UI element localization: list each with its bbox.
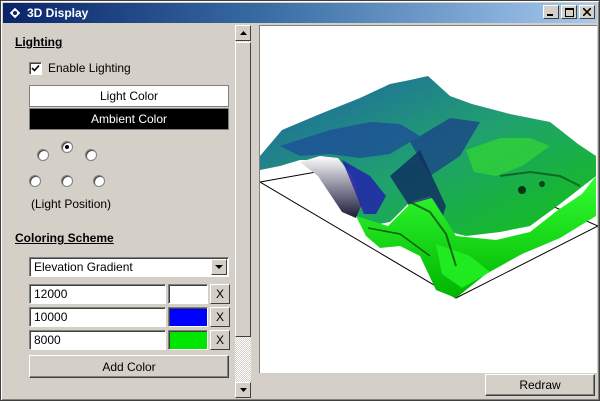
options-panel: Lighting Enable Lighting Light Color Amb… — [3, 25, 235, 398]
app-window: 3D Display Lighting Enable Lighting Ligh… — [0, 0, 600, 401]
add-color-button[interactable]: Add Color — [29, 355, 229, 378]
coloring-scheme-select[interactable]: Elevation Gradient — [29, 257, 229, 277]
color-stop-value-field[interactable]: 12000 — [29, 284, 166, 304]
remove-icon: X — [215, 333, 224, 347]
window-controls — [541, 5, 595, 19]
redraw-label: Redraw — [519, 378, 561, 392]
terrain-3d-view[interactable] — [258, 25, 600, 373]
remove-color-stop-button[interactable]: X — [210, 307, 230, 327]
color-stop-swatch[interactable] — [168, 284, 208, 304]
options-scrollbar[interactable] — [235, 25, 251, 398]
scroll-down-icon[interactable] — [235, 382, 251, 398]
scroll-up-icon[interactable] — [235, 25, 251, 41]
light-position-label: (Light Position) — [31, 197, 112, 211]
color-stop-value-field[interactable]: 10000 — [29, 307, 166, 327]
light-position-top[interactable] — [61, 141, 73, 153]
maximize-icon[interactable] — [561, 5, 577, 19]
title-bar[interactable]: 3D Display — [3, 3, 597, 23]
scrollbar-thumb[interactable] — [235, 42, 251, 337]
light-position-bottom[interactable] — [61, 175, 73, 187]
coloring-section-title: Coloring Scheme — [15, 231, 114, 245]
ambient-color-button[interactable]: Ambient Color — [29, 108, 229, 130]
remove-color-stop-button[interactable]: X — [210, 330, 230, 350]
light-position-upper-left[interactable] — [37, 149, 49, 161]
light-color-button[interactable]: Light Color — [29, 85, 229, 107]
lighting-section-title: Lighting — [15, 35, 63, 49]
color-stop-swatch[interactable] — [168, 330, 208, 350]
remove-color-stop-button[interactable]: X — [210, 284, 230, 304]
window-title: 3D Display — [27, 6, 89, 20]
checkbox-box[interactable] — [29, 61, 42, 75]
color-stop-swatch[interactable] — [168, 307, 208, 327]
close-icon[interactable] — [579, 5, 595, 19]
remove-icon: X — [215, 310, 224, 324]
color-stop-value-field[interactable]: 8000 — [29, 330, 166, 350]
light-position-upper-right[interactable] — [85, 149, 97, 161]
coloring-scheme-value: Elevation Gradient — [34, 260, 133, 274]
enable-lighting-checkbox[interactable]: Enable Lighting — [29, 61, 131, 75]
light-position-lower-left[interactable] — [29, 175, 41, 187]
light-position-lower-right[interactable] — [93, 175, 105, 187]
app-icon — [7, 5, 23, 21]
minimize-icon[interactable] — [543, 5, 559, 19]
chevron-down-icon[interactable] — [211, 259, 227, 275]
enable-lighting-label: Enable Lighting — [48, 61, 131, 75]
panel-splitter[interactable] — [251, 25, 259, 398]
remove-icon: X — [215, 287, 224, 301]
terrain-render — [258, 76, 600, 299]
redraw-button[interactable]: Redraw — [485, 374, 595, 396]
